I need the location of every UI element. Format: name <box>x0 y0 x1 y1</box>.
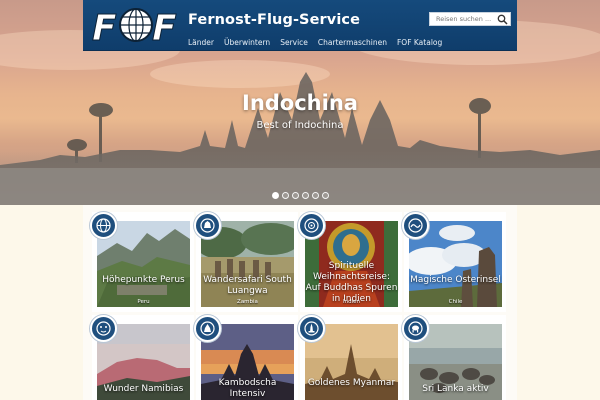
leopard-emblem-icon <box>90 315 117 342</box>
search-icon[interactable] <box>497 14 508 25</box>
tour-card[interactable]: Kambodscha Intensiv <box>194 315 298 400</box>
tour-card[interactable]: Goldenes Myanmar <box>298 315 402 400</box>
slider-dot[interactable] <box>302 192 309 199</box>
tour-title: Höhepunkte Perus <box>102 275 185 285</box>
pagoda-emblem-icon <box>298 315 325 342</box>
tour-card[interactable]: Höhepunkte Perus Peru <box>90 212 194 312</box>
tour-country: Indien <box>343 299 360 305</box>
tour-country: Zambia <box>237 299 258 305</box>
tour-title: Sri Lanka aktiv <box>422 384 489 394</box>
slider-dot[interactable] <box>282 192 289 199</box>
tour-country: Peru <box>137 299 150 305</box>
slider-pagination <box>272 192 329 199</box>
tour-card[interactable]: Sri Lanka aktiv <box>402 315 506 400</box>
main-nav: Länder Überwintern Service Chartermaschi… <box>188 38 452 47</box>
tour-title: Kambodscha Intensiv <box>218 378 277 399</box>
search-input[interactable] <box>430 13 496 25</box>
nav-item-fof-katalog[interactable]: FOF Katalog <box>397 38 442 47</box>
slider-dot[interactable] <box>322 192 329 199</box>
tour-title: Wandersafari South Luangwa <box>203 275 292 296</box>
tour-grid: Höhepunkte Perus Peru Wandersafari South… <box>83 205 517 400</box>
slider-dot[interactable] <box>312 192 319 199</box>
brand-name[interactable]: Fernost-Flug-Service <box>188 12 360 28</box>
tour-card[interactable]: Wunder Namibias <box>90 315 194 400</box>
tour-card[interactable]: Spirituelle Weihnachtsreise: Auf Buddhas… <box>298 212 402 312</box>
svg-text:F: F <box>92 8 117 47</box>
hero-subtitle[interactable]: Best of Indochina <box>0 120 600 131</box>
slider-dot[interactable] <box>292 192 299 199</box>
site-header: F F Fernost-Flug-Service Länder Überwint… <box>83 0 517 51</box>
slider-dot[interactable] <box>272 192 279 199</box>
elephant-emblem-icon <box>402 315 429 342</box>
tour-card[interactable]: Magische Osterinsel Chile <box>402 212 506 312</box>
nav-item-service[interactable]: Service <box>280 38 308 47</box>
tour-title: Magische Osterinsel <box>410 275 501 285</box>
mandala-emblem-icon <box>298 212 325 239</box>
tour-card[interactable]: Wandersafari South Luangwa Zambia <box>194 212 298 312</box>
animal-emblem-icon <box>194 212 221 239</box>
nav-item-chartermaschinen[interactable]: Chartermaschinen <box>318 38 387 47</box>
hero-title: Indochina <box>242 91 358 115</box>
tour-title: Wunder Namibias <box>103 384 184 394</box>
temple-emblem-icon <box>194 315 221 342</box>
fof-logo[interactable]: F F <box>90 3 181 48</box>
tour-title: Goldenes Myanmar <box>307 378 396 388</box>
tour-country: Chile <box>448 299 463 305</box>
search-box <box>429 12 511 26</box>
wave-emblem-icon <box>402 212 429 239</box>
nav-item-ueberwintern[interactable]: Überwintern <box>224 38 270 47</box>
svg-text:F: F <box>152 8 177 47</box>
globe-emblem-icon <box>90 212 117 239</box>
nav-item-laender[interactable]: Länder <box>188 38 214 47</box>
